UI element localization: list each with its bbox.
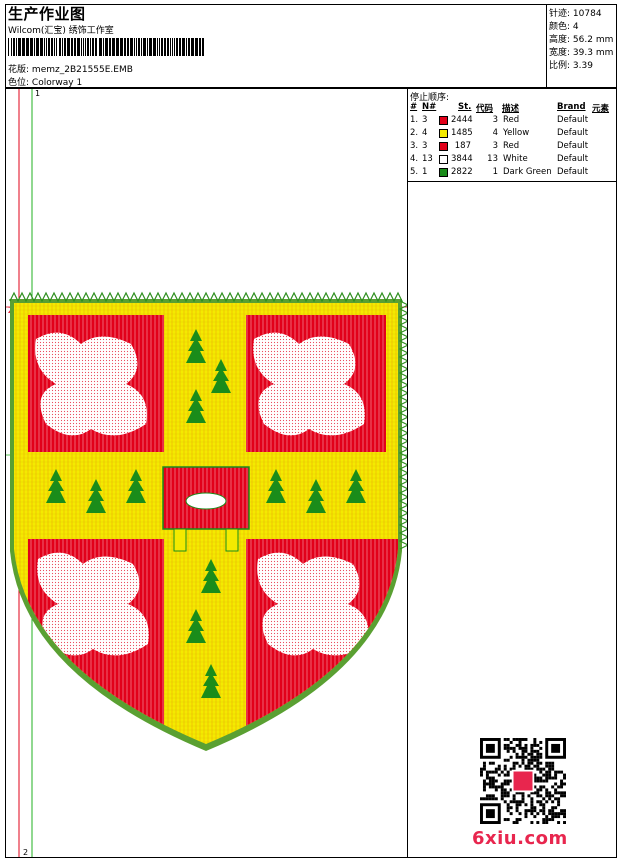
embroidery-canvas: 1 2 Z Z <box>6 89 407 857</box>
watermark-logo: 6xiu.com <box>472 828 568 849</box>
color-swatch <box>439 168 448 177</box>
stat-height: 高度: 56.2 mm <box>549 35 614 45</box>
color-swatch <box>439 142 448 151</box>
row-index: 2. <box>410 128 419 138</box>
row-brand: Default <box>557 154 589 164</box>
row-code: 1 <box>492 167 498 177</box>
stop-row: 4. 13 3844 13 White Default <box>408 154 616 166</box>
stop-row: 3. 3 187 3 Red Default <box>408 141 616 153</box>
row-code: 13 <box>487 154 498 164</box>
row-brand: Default <box>557 115 589 125</box>
col-stitches: St. <box>458 102 472 112</box>
col-desc: 描述 <box>502 104 520 114</box>
row-needle: 3 <box>422 115 428 125</box>
row-needle: 4 <box>422 128 428 138</box>
row-stitches: 2444 <box>451 115 473 125</box>
ruler-marker-top: 1 <box>35 89 40 98</box>
qr-code-icon <box>480 738 566 824</box>
stop-row: 1. 3 2444 3 Red Default <box>408 115 616 127</box>
design-value: memz_2B21555E.EMB <box>31 65 133 75</box>
col-index: # <box>410 102 418 112</box>
row-index: 5. <box>410 167 419 177</box>
row-brand: Default <box>557 141 589 151</box>
row-stitches: 187 <box>454 141 471 151</box>
row-needle: 13 <box>422 154 433 164</box>
colorway-value: Colorway 1 <box>31 78 83 88</box>
colorway-line: 色位: Colorway 1 <box>8 75 82 88</box>
stop-row: 5. 1 2822 1 Dark Green Default <box>408 167 616 179</box>
colorway-label: 色位: <box>8 78 30 88</box>
row-index: 3. <box>410 141 419 151</box>
row-code: 3 <box>492 141 498 151</box>
design-name-line: 花版: memz_2B21555E.EMB <box>8 62 133 75</box>
design-label: 花版: <box>8 65 30 75</box>
row-brand: Default <box>557 167 589 177</box>
stat-stitches: 针迹: 10784 <box>549 9 602 19</box>
row-needle: 3 <box>422 141 428 151</box>
stat-width: 宽度: 39.3 mm <box>549 48 614 58</box>
row-desc: Dark Green <box>503 167 552 177</box>
row-desc: White <box>503 154 528 164</box>
company-name: Wilcom(汇宝) 绣饰工作室 <box>8 26 114 36</box>
row-stitches: 3844 <box>451 154 473 164</box>
row-stitches: 2822 <box>451 167 473 177</box>
row-desc: Red <box>503 141 520 151</box>
col-element: 元素 <box>592 104 610 114</box>
shield-design <box>9 291 407 751</box>
center-crest-emblem <box>185 492 227 510</box>
col-brand: Brand <box>557 102 586 112</box>
page-title: 生产作业图 <box>8 5 86 23</box>
stop-table-header: # N# St. 代码 描述 Brand 元素 <box>408 102 616 114</box>
row-brand: Default <box>557 128 589 138</box>
barcode <box>8 38 204 56</box>
row-desc: Red <box>503 115 520 125</box>
color-swatch <box>439 129 448 138</box>
ruler-marker-bottom: 2 <box>23 848 28 857</box>
stop-row: 2. 4 1485 4 Yellow Default <box>408 128 616 140</box>
row-index: 4. <box>410 154 419 164</box>
col-needle: N# <box>422 102 437 112</box>
row-code: 3 <box>492 115 498 125</box>
color-swatch <box>439 155 448 164</box>
table-divider <box>407 181 617 182</box>
row-index: 1. <box>410 115 419 125</box>
color-swatch <box>439 116 448 125</box>
col-code: 代码 <box>476 104 494 114</box>
stat-colors: 颜色: 4 <box>549 22 579 32</box>
row-needle: 1 <box>422 167 428 177</box>
stat-scale: 比例: 3.39 <box>549 61 593 71</box>
row-stitches: 1485 <box>451 128 473 138</box>
row-code: 4 <box>492 128 498 138</box>
row-desc: Yellow <box>503 128 530 138</box>
